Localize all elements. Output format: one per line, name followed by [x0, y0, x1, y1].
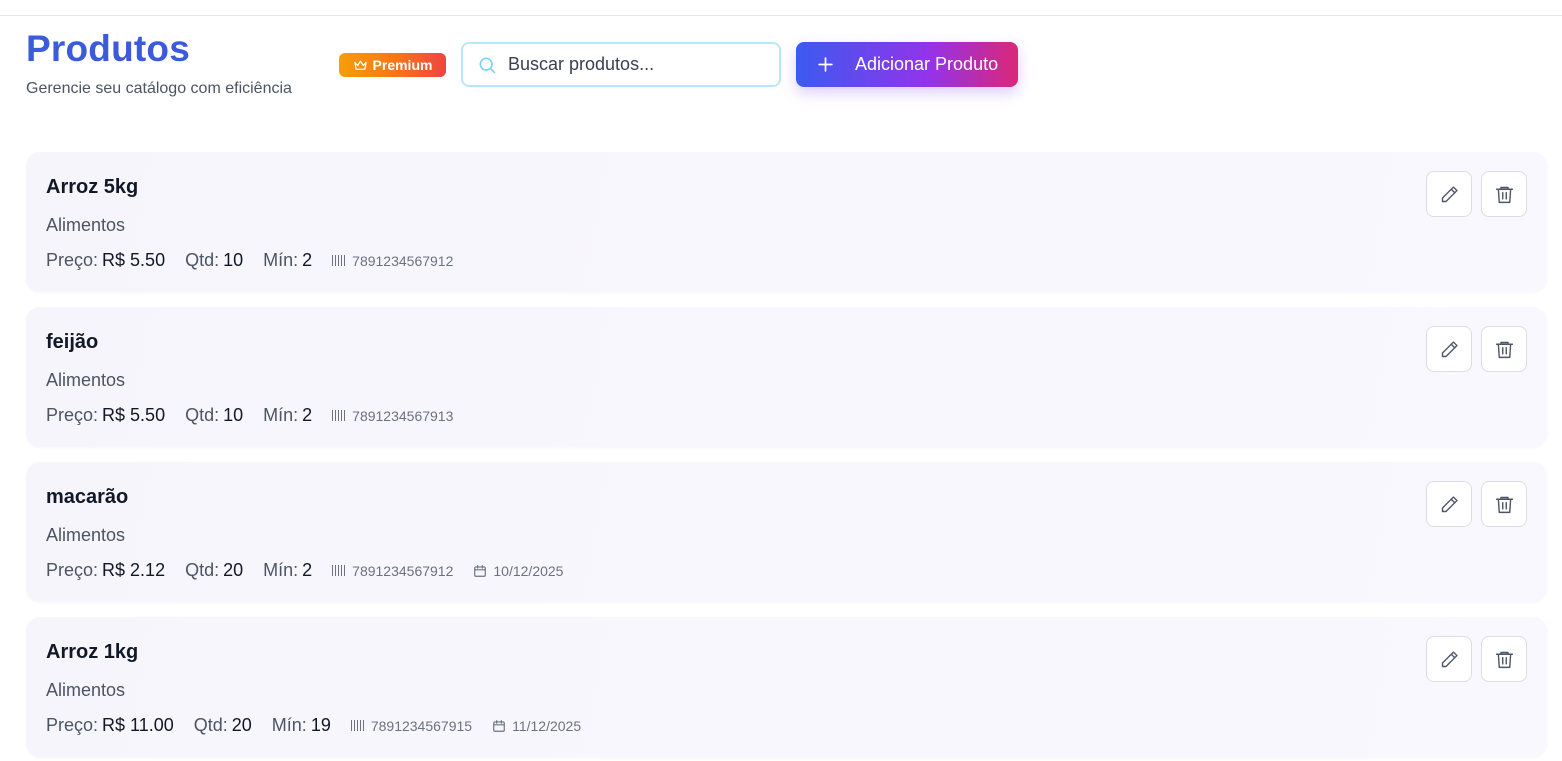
plus-icon: [818, 57, 833, 72]
product-meta: Preço: R$ 11.00 Qtd: 20 Mín: 19 78912345…: [46, 715, 581, 736]
trash-icon: [1495, 341, 1513, 358]
barcode: 7891234567912: [332, 253, 453, 269]
barcode-value: 7891234567915: [370, 717, 473, 734]
barcode-value: 7891234567912: [352, 252, 454, 269]
pencil-icon: [1441, 650, 1458, 667]
product-category: Alimentos: [46, 370, 126, 390]
pencil-icon: [1441, 185, 1458, 202]
pencil-icon: [1441, 495, 1458, 512]
calendar-icon: [493, 719, 505, 732]
product-meta: Preço: R$ 2.12 Qtd: 20 Mín: 2 7891234567…: [46, 560, 563, 581]
price-label: Preço:: [46, 405, 99, 425]
qty-label: Qtd:: [185, 405, 220, 425]
qty-label: Qtd:: [185, 250, 220, 270]
product-meta: Preço: R$ 5.50 Qtd: 10 Mín: 2 7891234567…: [46, 405, 473, 426]
barcode: 7891234567913: [332, 408, 453, 424]
min-value: 2: [302, 560, 313, 580]
price-value: R$ 2.12: [102, 560, 166, 580]
product-category: Alimentos: [46, 680, 126, 700]
barcode-icon: [350, 720, 364, 731]
edit-button[interactable]: [1426, 636, 1472, 682]
edit-button[interactable]: [1426, 326, 1472, 372]
min-label: Mín:: [271, 715, 307, 735]
product-name: Arroz 1kg: [46, 641, 139, 663]
qty-value: 20: [223, 560, 244, 580]
date-value: 11/12/2025: [512, 717, 582, 734]
add-product-label: Adicionar Produto: [855, 54, 999, 74]
qty-value: 10: [223, 405, 244, 425]
barcode-icon: [332, 565, 346, 576]
min-label: Mín:: [263, 560, 299, 580]
edit-button[interactable]: [1426, 481, 1472, 527]
premium-badge-label: Premium: [372, 57, 433, 73]
barcode-value: 7891234567912: [352, 562, 454, 579]
product-card: feijão Alimentos Preço: R$ 5.50 Qtd: 10 …: [26, 307, 1547, 447]
delete-button[interactable]: [1481, 171, 1527, 217]
edit-button[interactable]: [1426, 171, 1472, 217]
page-subtitle: Gerencie seu catálogo com eficiência: [26, 80, 292, 97]
page-title: Produtos: [26, 28, 190, 69]
product-name: feijão: [46, 331, 99, 353]
qty-label: Qtd:: [193, 715, 228, 735]
barcode-icon: [332, 410, 346, 421]
expiry-date: 11/12/2025: [492, 718, 581, 734]
date-value: 10/12/2025: [493, 562, 564, 579]
price-label: Preço:: [46, 250, 99, 270]
product-card: Arroz 5kg Alimentos Preço: R$ 5.50 Qtd: …: [26, 152, 1547, 292]
pencil-icon: [1441, 340, 1458, 357]
barcode-value: 7891234567913: [352, 407, 454, 424]
add-product-button[interactable]: Adicionar Produto: [796, 42, 1018, 87]
min-value: 19: [310, 715, 331, 735]
top-divider: [0, 15, 1562, 16]
qty-value: 10: [223, 250, 244, 270]
barcode-icon: [332, 255, 346, 266]
price-label: Preço:: [46, 560, 99, 580]
min-label: Mín:: [263, 250, 299, 270]
premium-badge: Premium: [339, 53, 446, 77]
qty-label: Qtd:: [185, 560, 220, 580]
qty-value: 20: [231, 715, 252, 735]
crown-icon: [353, 60, 367, 70]
delete-button[interactable]: [1481, 481, 1527, 527]
trash-icon: [1495, 651, 1513, 668]
product-name: Arroz 5kg: [46, 176, 139, 198]
trash-icon: [1495, 496, 1513, 513]
product-card: Arroz 1kg Alimentos Preço: R$ 11.00 Qtd:…: [26, 617, 1547, 757]
price-value: R$ 11.00: [102, 715, 174, 735]
product-card: macarão Alimentos Preço: R$ 2.12 Qtd: 20…: [26, 462, 1547, 602]
product-category: Alimentos: [46, 525, 126, 545]
price-value: R$ 5.50: [102, 405, 166, 425]
delete-button[interactable]: [1481, 636, 1527, 682]
product-name: macarão: [46, 486, 129, 508]
price-value: R$ 5.50: [102, 250, 166, 270]
trash-icon: [1495, 186, 1513, 203]
min-label: Mín:: [263, 405, 299, 425]
price-label: Preço:: [46, 715, 99, 735]
product-category: Alimentos: [46, 215, 126, 235]
calendar-icon: [474, 564, 487, 577]
delete-button[interactable]: [1481, 326, 1527, 372]
expiry-date: 10/12/2025: [473, 563, 563, 579]
search-input[interactable]: [508, 54, 768, 75]
product-meta: Preço: R$ 5.50 Qtd: 10 Mín: 2 7891234567…: [46, 250, 473, 271]
search-box[interactable]: [461, 42, 781, 87]
min-value: 2: [302, 405, 313, 425]
barcode: 7891234567912: [332, 563, 453, 579]
min-value: 2: [302, 250, 313, 270]
search-icon: [479, 57, 496, 74]
barcode: 7891234567915: [350, 717, 473, 734]
